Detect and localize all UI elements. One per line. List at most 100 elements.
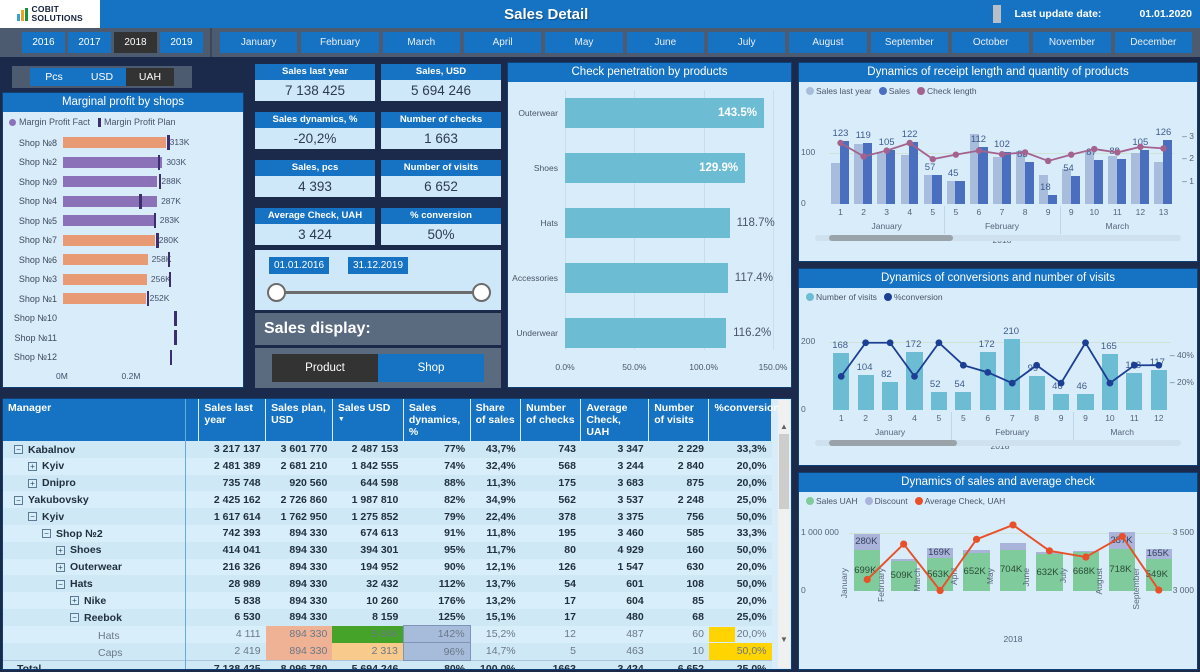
legend-item[interactable]: Number of visits — [806, 292, 877, 302]
penetration-bar[interactable] — [565, 263, 728, 293]
unit-button-pcs[interactable]: Pcs — [30, 68, 78, 86]
table-row[interactable]: Caps 2 419 894 330 2 313 96% 14,7% 5 463 10 50,0% — [3, 642, 772, 661]
table-cell-manager[interactable]: + Kyiv — [3, 457, 199, 475]
bar-sales[interactable] — [1070, 176, 1080, 204]
bar-discount[interactable] — [1036, 551, 1063, 555]
bar-sales[interactable] — [1024, 161, 1034, 204]
bar-number-of-visits[interactable] — [882, 382, 899, 410]
slider-knob-left[interactable] — [267, 283, 286, 302]
legend-item[interactable]: Sales — [878, 86, 910, 96]
bar-number-of-visits[interactable] — [1004, 338, 1021, 410]
table-cell-manager[interactable]: + Nike — [3, 592, 199, 609]
month-button-december[interactable]: December — [1114, 32, 1192, 53]
legend-item[interactable]: Sales last year — [806, 86, 872, 96]
table-row[interactable]: − Kyiv 1 617 614 1 762 950 1 275 852 79% 22,4%… — [3, 508, 772, 525]
table-cell-manager[interactable]: − Reebok — [3, 608, 199, 626]
month-button-july[interactable]: July — [707, 32, 786, 53]
table-column-header-sales-usd[interactable]: Sales USD ▼ — [332, 399, 404, 441]
expand-icon[interactable]: + — [56, 545, 65, 555]
expand-icon[interactable]: + — [28, 461, 37, 471]
expand-icon[interactable]: + — [28, 478, 37, 488]
table-column-header-sales-last-year[interactable]: Sales last year — [198, 399, 267, 441]
table-cell-manager[interactable]: Caps — [3, 642, 199, 661]
table-column-header-conversion[interactable]: %conversion — [708, 399, 780, 441]
penetration-bar[interactable]: 143.5% — [565, 98, 764, 128]
check-penetration-row[interactable]: Accessories 117.4% — [508, 255, 791, 301]
legend-margin-profit-fact[interactable]: Margin Profit Fact — [9, 117, 90, 127]
month-button-march[interactable]: March — [382, 32, 460, 53]
collapse-icon[interactable]: − — [14, 495, 23, 505]
unit-button-uah[interactable]: UAH — [126, 68, 174, 86]
bar-discount[interactable] — [999, 543, 1027, 550]
bar-number-of-visits[interactable] — [1028, 376, 1045, 410]
bar-number-of-visits[interactable] — [955, 391, 972, 410]
bar-discount[interactable] — [963, 550, 990, 554]
table-cell-manager[interactable]: − Shop №2 — [3, 524, 199, 542]
expand-icon[interactable]: + — [56, 562, 65, 572]
date-range-slider[interactable]: 01.01.2016 31.12.2019 — [255, 250, 501, 310]
month-button-june[interactable]: June — [626, 32, 704, 53]
marginal-profit-row[interactable]: Shop №12 — [7, 348, 237, 368]
bar-sales[interactable] — [1001, 151, 1011, 204]
table-column-header-sales-plan-usd[interactable]: Sales plan, USD — [265, 399, 333, 441]
product-toggle-button[interactable]: Product — [272, 354, 378, 382]
fact-bar[interactable] — [63, 215, 156, 226]
table-cell-manager[interactable]: Hats — [3, 625, 199, 643]
fact-bar[interactable] — [63, 234, 155, 246]
legend-item[interactable]: %conversion — [883, 292, 943, 302]
check-penetration-row[interactable]: Hats 118.7% — [508, 200, 791, 246]
year-button-2019[interactable]: 2019 — [160, 32, 203, 53]
table-column-header-number-of-checks[interactable]: Number of checks — [520, 399, 582, 441]
table-row[interactable]: − Shop №2 742 393 894 330 674 613 91% 11,8% 195… — [3, 524, 772, 542]
bar-sales[interactable] — [909, 141, 919, 204]
bar-number-of-visits[interactable] — [906, 351, 923, 410]
table-cell-manager[interactable]: − Kabalnov — [3, 441, 199, 458]
year-button-2018[interactable]: 2018 — [114, 32, 157, 53]
table-row[interactable]: − Hats 28 989 894 330 32 432 112% 13,7% 54 601 10… — [3, 575, 772, 593]
table-row[interactable]: + Dnipro 735 748 920 560 644 598 88% 11,3% 175 3… — [3, 474, 772, 492]
marginal-profit-row[interactable]: Shop №5 283K — [7, 211, 237, 231]
check-penetration-row[interactable]: Underwear 116.2% — [508, 310, 791, 356]
bar-number-of-visits[interactable] — [930, 392, 947, 410]
fact-bar[interactable] — [63, 273, 147, 285]
collapse-icon[interactable]: − — [70, 613, 79, 623]
table-row[interactable]: − Reebok 6 530 894 330 8 159 125% 15,1% 17 480 68… — [3, 608, 772, 626]
bar-number-of-visits[interactable] — [1101, 354, 1118, 410]
table-cell-manager[interactable]: + Dnipro — [3, 474, 199, 492]
collapse-icon[interactable]: − — [14, 445, 23, 455]
chart-scroll-thumb[interactable] — [829, 440, 957, 446]
slider-knob-right[interactable] — [472, 283, 491, 302]
marginal-profit-row[interactable]: Shop №7 280K — [7, 231, 237, 251]
marginal-profit-row[interactable]: Shop №10 — [7, 309, 237, 329]
month-button-january[interactable]: January — [220, 32, 298, 53]
table-cell-manager[interactable]: − Kyiv — [3, 508, 199, 525]
month-button-october[interactable]: October — [951, 32, 1030, 53]
bar-sales[interactable] — [932, 174, 942, 204]
month-button-february[interactable]: February — [301, 32, 379, 53]
table-column-header-share-of-sales[interactable]: Share of sales — [470, 399, 522, 441]
table-vertical-scrollbar[interactable]: ▲ ▼ — [778, 400, 790, 668]
legend-item[interactable]: Discount — [864, 496, 908, 506]
table-column-header-manager[interactable]: Manager — [3, 399, 200, 441]
fact-bar[interactable] — [63, 254, 148, 265]
bar-sales[interactable] — [863, 143, 873, 204]
legend-margin-profit-plan[interactable]: Margin Profit Plan — [98, 117, 176, 127]
legend-item[interactable]: Check length — [917, 86, 977, 96]
check-penetration-row[interactable]: Outerwear 143.5% — [508, 90, 791, 136]
bar-number-of-visits[interactable] — [1126, 373, 1143, 410]
penetration-bar[interactable] — [565, 318, 727, 348]
marginal-profit-row[interactable]: Shop №3 256K — [7, 270, 237, 290]
fact-bar[interactable] — [63, 293, 146, 304]
table-row[interactable]: + Shoes 414 041 894 330 394 301 95% 11,7% 80 4 9… — [3, 541, 772, 559]
bar-discount[interactable] — [1072, 550, 1099, 553]
bar-number-of-visits[interactable] — [857, 374, 874, 410]
unit-button-usd[interactable]: USD — [78, 68, 126, 86]
table-cell-manager[interactable]: + Outerwear — [3, 558, 199, 576]
marginal-profit-row[interactable]: Shop №9 288K — [7, 172, 237, 192]
table-row[interactable]: − Yakubovsky 2 425 162 2 726 860 1 987 810 82… — [3, 491, 772, 509]
bar-number-of-visits[interactable] — [979, 351, 996, 410]
month-button-november[interactable]: November — [1033, 32, 1111, 53]
scroll-down-icon[interactable]: ▼ — [778, 633, 790, 646]
year-button-2016[interactable]: 2016 — [22, 32, 65, 53]
table-column-header-average-check-uah[interactable]: Average Check, UAH — [580, 399, 650, 441]
